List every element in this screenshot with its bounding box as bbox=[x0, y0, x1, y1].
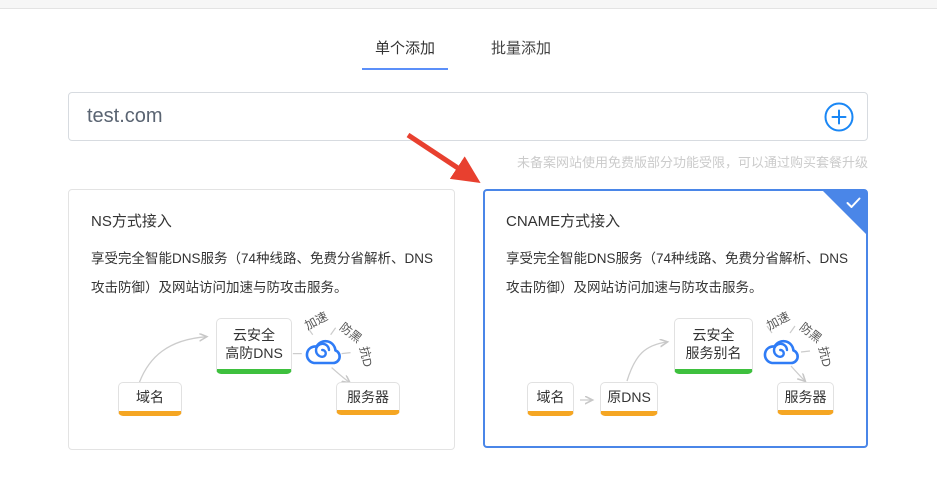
top-divider bbox=[0, 0, 937, 9]
node-label: 服务器 bbox=[347, 388, 389, 406]
node-cloud-alias: 云安全 服务别名 bbox=[674, 318, 753, 374]
tab-batch-add[interactable]: 批量添加 bbox=[478, 35, 564, 70]
node-label: 服务别名 bbox=[686, 344, 742, 362]
node-label: 域名 bbox=[136, 388, 164, 406]
check-icon bbox=[846, 197, 861, 209]
node-domain: 域名 bbox=[527, 382, 574, 416]
node-cloud-dns: 云安全 高防DNS bbox=[216, 318, 292, 374]
node-label: 域名 bbox=[537, 388, 565, 406]
access-method-cards: NS方式接入 享受完全智能DNS服务（74种线路、免费分省解析、DNS攻击防御）… bbox=[68, 189, 937, 450]
card-title: CNAME方式接入 bbox=[506, 210, 851, 231]
add-domain-button[interactable] bbox=[823, 101, 855, 133]
node-label: 高防DNS bbox=[225, 344, 283, 362]
ns-flow-diagram: 域名 云安全 高防DNS 加速 防黑 抗D 服务器 bbox=[69, 304, 454, 449]
node-origin-dns: 原DNS bbox=[600, 382, 658, 416]
node-label: 服务器 bbox=[785, 388, 827, 406]
cloud-security-icon bbox=[761, 335, 801, 373]
card-title: NS方式接入 bbox=[91, 210, 438, 231]
cname-flow-diagram: 域名 原DNS 云安全 服务别名 加速 防黑 抗D 服务器 bbox=[485, 304, 866, 446]
tab-single-add[interactable]: 单个添加 bbox=[362, 35, 448, 70]
domain-input-row bbox=[68, 92, 868, 141]
node-server: 服务器 bbox=[336, 382, 400, 415]
card-ns-access[interactable]: NS方式接入 享受完全智能DNS服务（74种线路、免费分省解析、DNS攻击防御）… bbox=[68, 189, 455, 450]
cloud-security-icon bbox=[303, 335, 343, 373]
card-cname-access[interactable]: CNAME方式接入 享受完全智能DNS服务（74种线路、免费分省解析、DNS攻击… bbox=[483, 189, 868, 448]
node-label: 云安全 bbox=[233, 326, 275, 344]
node-label: 云安全 bbox=[693, 326, 735, 344]
card-description: 享受完全智能DNS服务（74种线路、免费分省解析、DNS攻击防御）及网站访问加速… bbox=[91, 244, 443, 302]
card-description: 享受完全智能DNS服务（74种线路、免费分省解析、DNS攻击防御）及网站访问加速… bbox=[506, 244, 858, 302]
upgrade-notice: 未备案网站使用免费版部分功能受限，可以通过购买套餐升级 bbox=[68, 152, 868, 171]
node-server: 服务器 bbox=[777, 382, 834, 415]
add-mode-tabs: 单个添加 批量添加 bbox=[362, 35, 937, 70]
domain-input[interactable] bbox=[68, 92, 868, 141]
node-domain: 域名 bbox=[118, 382, 182, 416]
node-label: 原DNS bbox=[607, 388, 651, 406]
add-icon bbox=[823, 101, 855, 133]
